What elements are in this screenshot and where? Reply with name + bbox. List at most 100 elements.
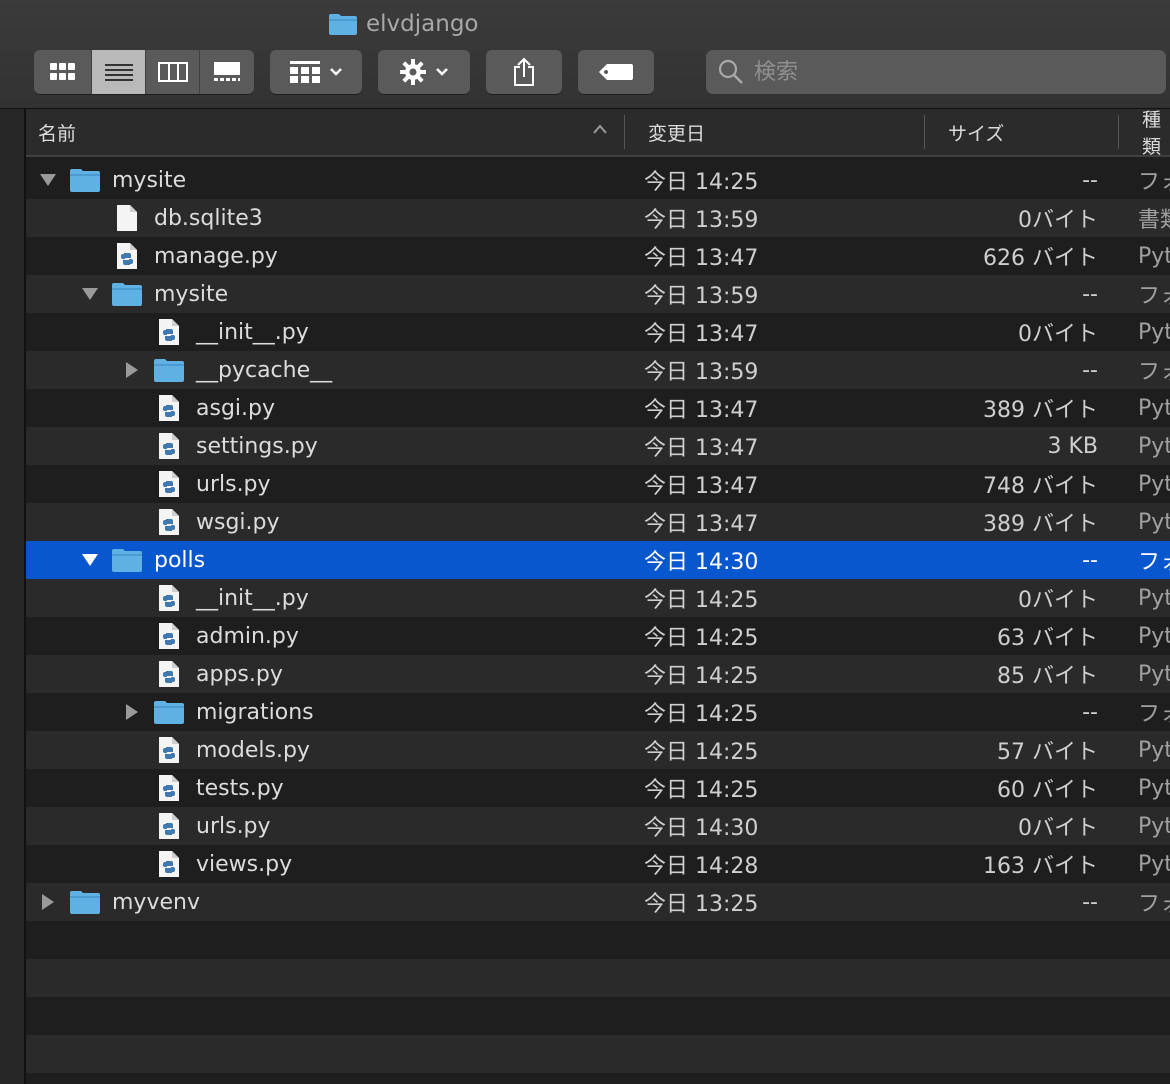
list-item[interactable]: myvenv 今日 13:25 -- フォルダ (26, 883, 1170, 921)
file-name: __init__.py (196, 585, 309, 611)
group-by-control[interactable] (270, 50, 362, 94)
modified-date: 今日 14:25 (644, 170, 759, 195)
columns-icon (157, 62, 188, 82)
list-item[interactable]: admin.py 今日 14:25 63 バイト Python (26, 617, 1170, 655)
list-item[interactable]: models.py 今日 14:25 57 バイト Python (26, 731, 1170, 769)
list-item[interactable]: urls.py 今日 14:30 0バイト Python (26, 807, 1170, 845)
list-item[interactable]: migrations 今日 14:25 -- フォルダ (26, 693, 1170, 731)
file-name: apps.py (196, 661, 283, 687)
list-item[interactable]: mysite 今日 14:25 -- フォルダ (26, 161, 1170, 199)
modified-date: 今日 13:47 (644, 246, 759, 271)
file-name: settings.py (196, 433, 318, 459)
name-cell: tests.py (122, 769, 284, 807)
empty-row (26, 921, 1170, 959)
list-item[interactable]: __init__.py 今日 14:25 0バイト Python (26, 579, 1170, 617)
column-divider[interactable] (624, 115, 625, 149)
list-item[interactable]: wsgi.py 今日 13:47 389 バイト Python (26, 503, 1170, 541)
list-item[interactable]: settings.py 今日 13:47 3 KB Python (26, 427, 1170, 465)
list-item[interactable]: manage.py 今日 13:47 626 バイト Python (26, 237, 1170, 275)
file-size: 0バイト (1018, 208, 1098, 233)
disclosure-triangle-open-icon[interactable] (80, 284, 100, 304)
list-item[interactable]: urls.py 今日 13:47 748 バイト Python (26, 465, 1170, 503)
modified-date: 今日 13:47 (644, 398, 759, 423)
python-file-icon (152, 394, 186, 422)
file-size: 3 KB (1047, 433, 1098, 459)
name-cell: mysite (80, 275, 228, 313)
name-cell: manage.py (80, 237, 278, 275)
file-name: asgi.py (196, 395, 275, 421)
disclosure-triangle-closed-icon[interactable] (122, 360, 142, 380)
share-icon (514, 57, 534, 86)
modified-date: 今日 13:25 (644, 892, 759, 917)
name-cell: migrations (122, 693, 314, 731)
column-header-date[interactable]: 変更日 (648, 109, 705, 155)
file-size: -- (1082, 281, 1098, 307)
list-item[interactable]: views.py 今日 14:28 163 バイト Python (26, 845, 1170, 883)
list-item[interactable]: tests.py 今日 14:25 60 バイト Python (26, 769, 1170, 807)
column-divider[interactable] (1118, 115, 1119, 149)
share-button[interactable] (486, 50, 562, 94)
list-item[interactable]: __init__.py 今日 13:47 0バイト Python (26, 313, 1170, 351)
list-view-button[interactable] (92, 50, 146, 94)
python-file-icon (152, 736, 186, 764)
icon-view-button[interactable] (34, 50, 92, 94)
file-name: migrations (196, 699, 314, 725)
action-control[interactable] (378, 50, 470, 94)
file-kind: Python (1138, 737, 1170, 763)
gallery-view-button[interactable] (200, 50, 254, 94)
name-cell: apps.py (122, 655, 283, 693)
modified-date: 今日 14:25 (644, 702, 759, 727)
list-item[interactable]: asgi.py 今日 13:47 389 バイト Python (26, 389, 1170, 427)
column-header-name[interactable]: 名前 (38, 109, 76, 155)
file-name: __init__.py (196, 319, 309, 345)
file-kind: Python (1138, 471, 1170, 497)
name-cell: models.py (122, 731, 310, 769)
name-cell: __init__.py (122, 313, 309, 351)
file-kind: フォルダ (1138, 360, 1170, 385)
disclosure-triangle-closed-icon[interactable] (38, 892, 58, 912)
file-kind: フォルダ (1138, 892, 1170, 917)
file-list: 名前 変更日 サイズ 種類 mysite 今日 14:25 -- フォルダ db.sql… (26, 109, 1170, 1084)
file-name: polls (154, 547, 206, 573)
folder-icon (110, 281, 144, 307)
tags-control[interactable] (578, 50, 654, 94)
tag-icon (599, 64, 633, 80)
list-item[interactable]: apps.py 今日 14:25 85 バイト Python (26, 655, 1170, 693)
search-field[interactable] (706, 50, 1166, 94)
file-size: 389 バイト (983, 512, 1098, 537)
column-header-kind-label: 種類 (1142, 109, 1162, 158)
disclosure-triangle-open-icon[interactable] (38, 170, 58, 190)
list-item[interactable]: __pycache__ 今日 13:59 -- フォルダ (26, 351, 1170, 389)
file-name: admin.py (196, 623, 299, 649)
column-view-button[interactable] (146, 50, 200, 94)
list-item[interactable]: db.sqlite3 今日 13:59 0バイト 書類 (26, 199, 1170, 237)
python-file-icon (152, 812, 186, 840)
file-kind: フォルダ (1138, 702, 1170, 727)
disclosure-triangle-open-icon[interactable] (80, 550, 100, 570)
file-rows: mysite 今日 14:25 -- フォルダ db.sqlite3 今日 13:59 0バ… (26, 161, 1170, 1073)
python-file-icon (152, 508, 186, 536)
share-control[interactable] (486, 50, 562, 94)
folder-icon (152, 699, 186, 725)
file-size: 0バイト (1018, 588, 1098, 613)
column-header-size[interactable]: サイズ (948, 109, 1004, 155)
column-divider[interactable] (924, 115, 925, 149)
file-name: __pycache__ (196, 357, 333, 383)
action-menu-button[interactable] (378, 50, 470, 94)
list-item[interactable]: polls 今日 14:30 -- フォルダ (26, 541, 1170, 579)
file-kind: Python (1138, 661, 1170, 687)
tags-button[interactable] (578, 50, 654, 94)
column-header-kind[interactable]: 種類 (1142, 109, 1170, 158)
disclosure-triangle-closed-icon[interactable] (122, 702, 142, 722)
modified-date: 今日 13:47 (644, 512, 759, 537)
file-name: manage.py (154, 243, 278, 269)
group-by-button[interactable] (270, 50, 362, 94)
file-name: db.sqlite3 (154, 205, 263, 231)
search-input[interactable] (752, 58, 1136, 86)
list-item[interactable]: mysite 今日 13:59 -- フォルダ (26, 275, 1170, 313)
